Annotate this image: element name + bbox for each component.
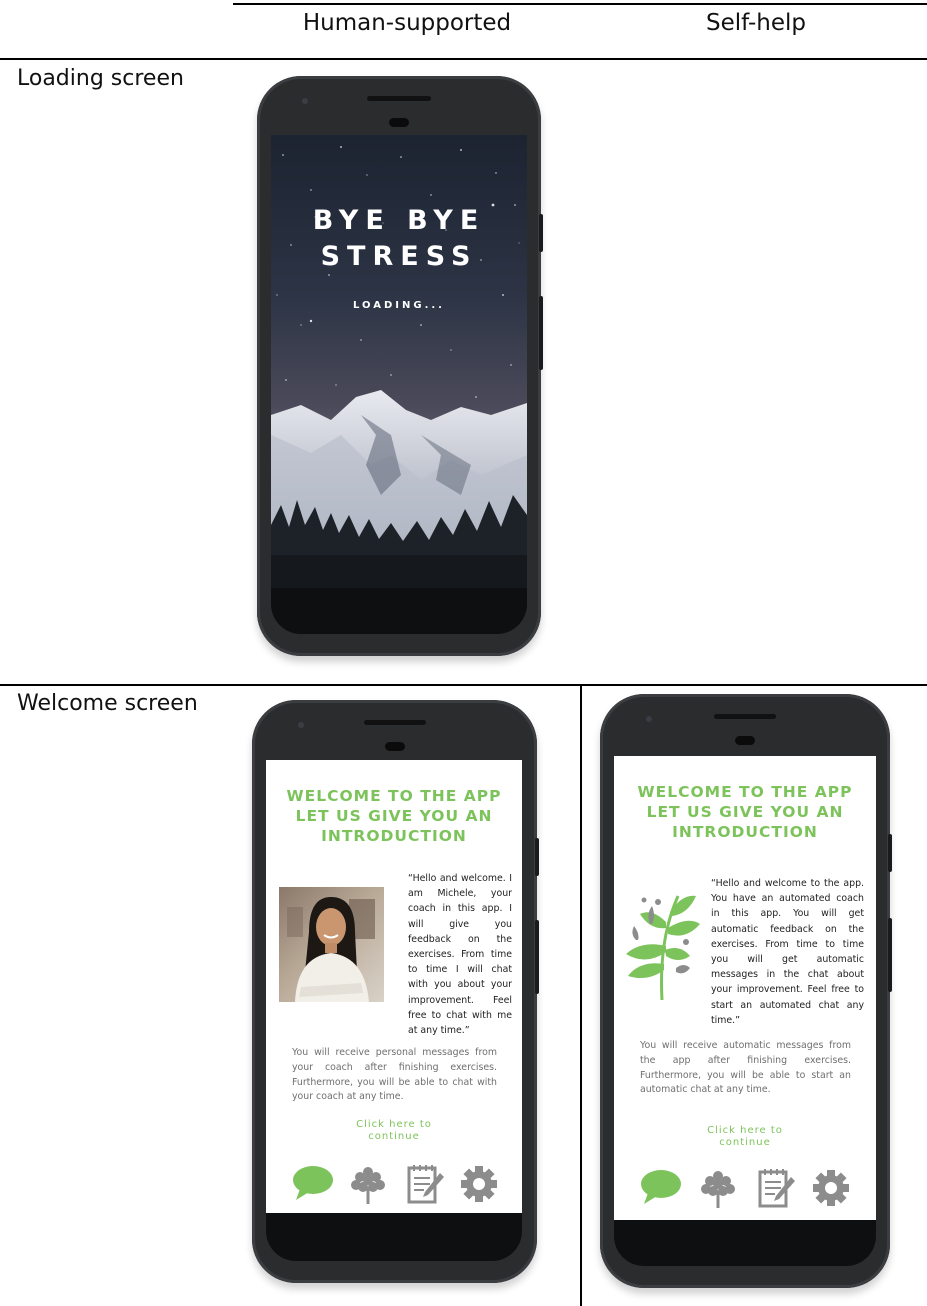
front-camera bbox=[646, 716, 652, 722]
proximity-sensor bbox=[385, 742, 405, 751]
side-button bbox=[535, 838, 539, 876]
phone-mockup-welcome-self-help: WELCOME TO THE APP LET US GIVE YOU AN IN… bbox=[600, 694, 892, 1288]
notepad-icon[interactable] bbox=[406, 1163, 446, 1205]
proximity-sensor bbox=[735, 736, 755, 745]
coach-welcome-quote: “Hello and welcome. I am Michele, your c… bbox=[408, 873, 512, 1037]
green-plant-icon bbox=[626, 895, 700, 1001]
volume-button bbox=[539, 296, 543, 370]
welcome-title-line-1: WELCOME TO THE APP bbox=[286, 787, 502, 805]
automatic-messages-info: You will receive automatic messages from… bbox=[640, 1040, 851, 1096]
continue-link[interactable]: Click here to continue bbox=[334, 1119, 454, 1143]
earpiece-speaker bbox=[714, 714, 776, 719]
welcome-screen-human: WELCOME TO THE APP LET US GIVE YOU AN IN… bbox=[266, 760, 522, 1213]
volume-button bbox=[888, 918, 892, 992]
tree-icon[interactable] bbox=[350, 1165, 386, 1205]
column-divider bbox=[580, 686, 582, 1306]
phone-bottom-bezel bbox=[266, 1213, 522, 1261]
welcome-title-line-3: INTRODUCTION bbox=[672, 823, 818, 841]
column-header-human-supported: Human-supported bbox=[302, 10, 512, 36]
phone-bottom-bezel bbox=[614, 1220, 876, 1266]
tree-icon[interactable] bbox=[700, 1169, 736, 1209]
front-camera bbox=[298, 722, 304, 728]
gear-icon[interactable] bbox=[460, 1165, 498, 1203]
welcome-title-line-2: LET US GIVE YOU AN bbox=[295, 807, 493, 825]
proximity-sensor bbox=[389, 118, 409, 127]
app-title-line-2: STRESS bbox=[320, 241, 478, 272]
welcome-title-line-1: WELCOME TO THE APP bbox=[637, 783, 853, 801]
automated-coach-quote: “Hello and welcome to the app. You have … bbox=[711, 878, 864, 1026]
phone-bottom-bezel bbox=[271, 588, 527, 634]
welcome-title-line-2: LET US GIVE YOU AN bbox=[646, 803, 844, 821]
header-rule bbox=[0, 58, 927, 60]
coach-portrait-figure bbox=[287, 897, 375, 1002]
row-header-loading-screen: Loading screen bbox=[17, 66, 184, 91]
welcome-screen-self-help: WELCOME TO THE APP LET US GIVE YOU AN IN… bbox=[614, 756, 876, 1220]
row-header-welcome-screen: Welcome screen bbox=[17, 691, 198, 716]
earpiece-speaker bbox=[367, 96, 431, 101]
chat-bubble-icon[interactable] bbox=[292, 1165, 334, 1201]
row-divider bbox=[0, 684, 927, 686]
gear-icon[interactable] bbox=[812, 1169, 850, 1207]
personal-messages-info: You will receive personal messages from … bbox=[292, 1047, 497, 1103]
app-title-line-1: BYE BYE bbox=[312, 205, 486, 236]
table-top-rule bbox=[233, 3, 927, 5]
phone-mockup-welcome-human: WELCOME TO THE APP LET US GIVE YOU AN IN… bbox=[252, 700, 539, 1283]
continue-link[interactable]: Click here to continue bbox=[685, 1125, 805, 1149]
volume-button bbox=[535, 920, 539, 994]
continue-link-line-2: continue bbox=[368, 1131, 420, 1142]
side-button bbox=[888, 834, 892, 872]
notepad-icon[interactable] bbox=[757, 1167, 797, 1209]
earpiece-speaker bbox=[364, 720, 426, 725]
continue-link-line-1: Click here to bbox=[707, 1125, 783, 1136]
welcome-title-line-3: INTRODUCTION bbox=[321, 827, 467, 845]
front-camera bbox=[302, 98, 308, 104]
loading-screen: BYE BYE STRESS LOADING... bbox=[271, 135, 527, 588]
continue-link-line-1: Click here to bbox=[356, 1119, 432, 1130]
continue-link-line-2: continue bbox=[719, 1137, 771, 1148]
phone-mockup-loading: BYE BYE STRESS LOADING... bbox=[257, 76, 543, 656]
loading-indicator-text: LOADING... bbox=[353, 300, 445, 311]
coach-photo bbox=[279, 887, 384, 1002]
column-header-self-help: Self-help bbox=[706, 10, 806, 36]
side-button bbox=[539, 214, 543, 252]
chat-bubble-icon[interactable] bbox=[640, 1169, 682, 1205]
